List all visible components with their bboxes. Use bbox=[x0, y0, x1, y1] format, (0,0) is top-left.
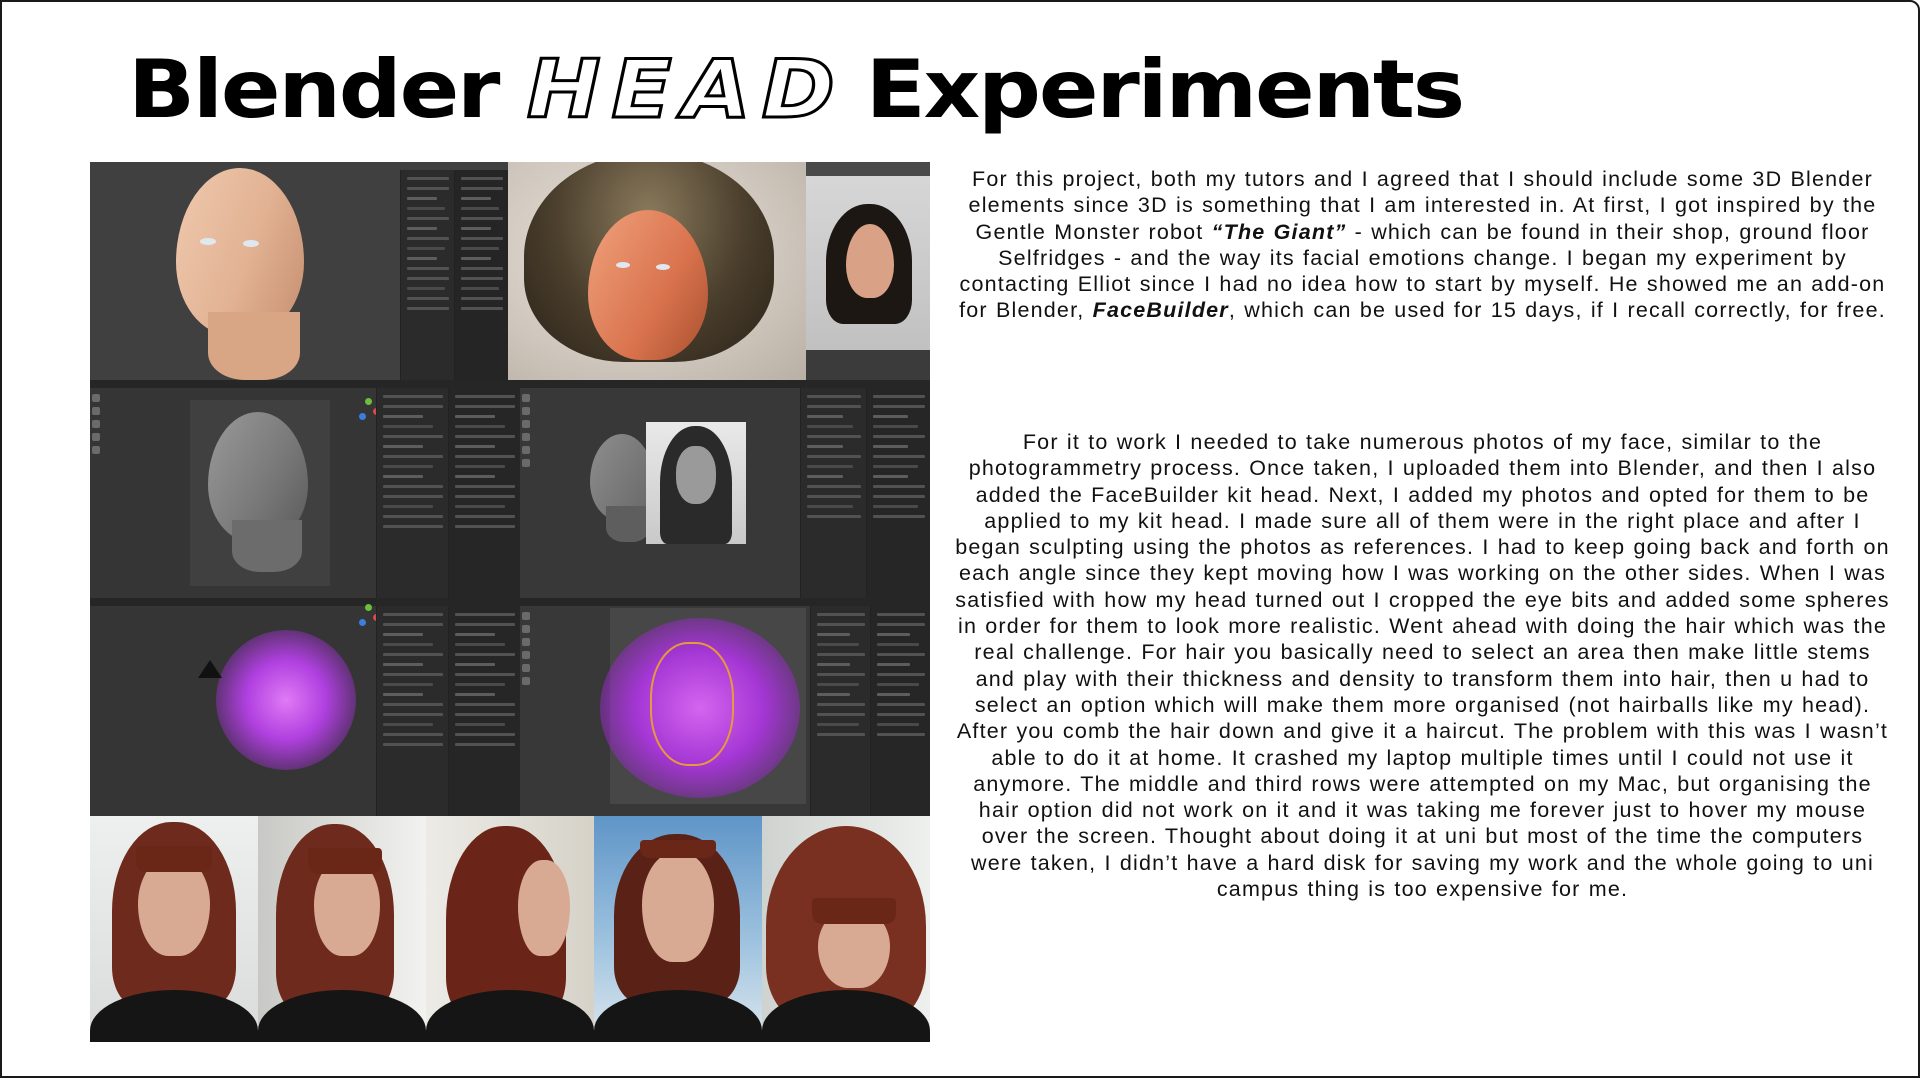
blender-bald-head-screenshot bbox=[90, 162, 508, 380]
blender-grey-head-viewport bbox=[90, 380, 520, 598]
reference-photo-looking-up bbox=[594, 816, 762, 1042]
reference-photos-row bbox=[90, 816, 930, 1042]
title-word-experiments: Experiments bbox=[865, 43, 1466, 136]
reference-photo-side bbox=[426, 816, 594, 1042]
reference-photo-three-quarter bbox=[258, 816, 426, 1042]
intro-text-part3: , which can be used for 15 days, if I re… bbox=[1228, 298, 1886, 323]
rendered-head-with-hair bbox=[508, 162, 806, 380]
intro-paragraph: For this project, both my tutors and I a… bbox=[955, 166, 1890, 324]
blender-hair-particles-front bbox=[520, 598, 930, 816]
intro-emphasis-facebuilder: FaceBuilder bbox=[1092, 298, 1229, 323]
intro-emphasis-the-giant: “The Giant” bbox=[1211, 219, 1347, 244]
title-word-head: HEAD bbox=[525, 42, 846, 138]
title-word-blender: Blender bbox=[128, 43, 500, 136]
page-title: Blender HEAD Experiments bbox=[128, 40, 1466, 140]
reference-photo-looking-down bbox=[762, 816, 930, 1042]
image-collage bbox=[90, 162, 930, 1042]
process-paragraph: For it to work I needed to take numerous… bbox=[955, 430, 1890, 902]
blender-head-with-reference-photo bbox=[520, 380, 930, 598]
reference-photo-front bbox=[90, 816, 258, 1042]
rendered-head-dark-hair bbox=[806, 162, 930, 380]
blender-hair-particles-side bbox=[90, 598, 520, 816]
